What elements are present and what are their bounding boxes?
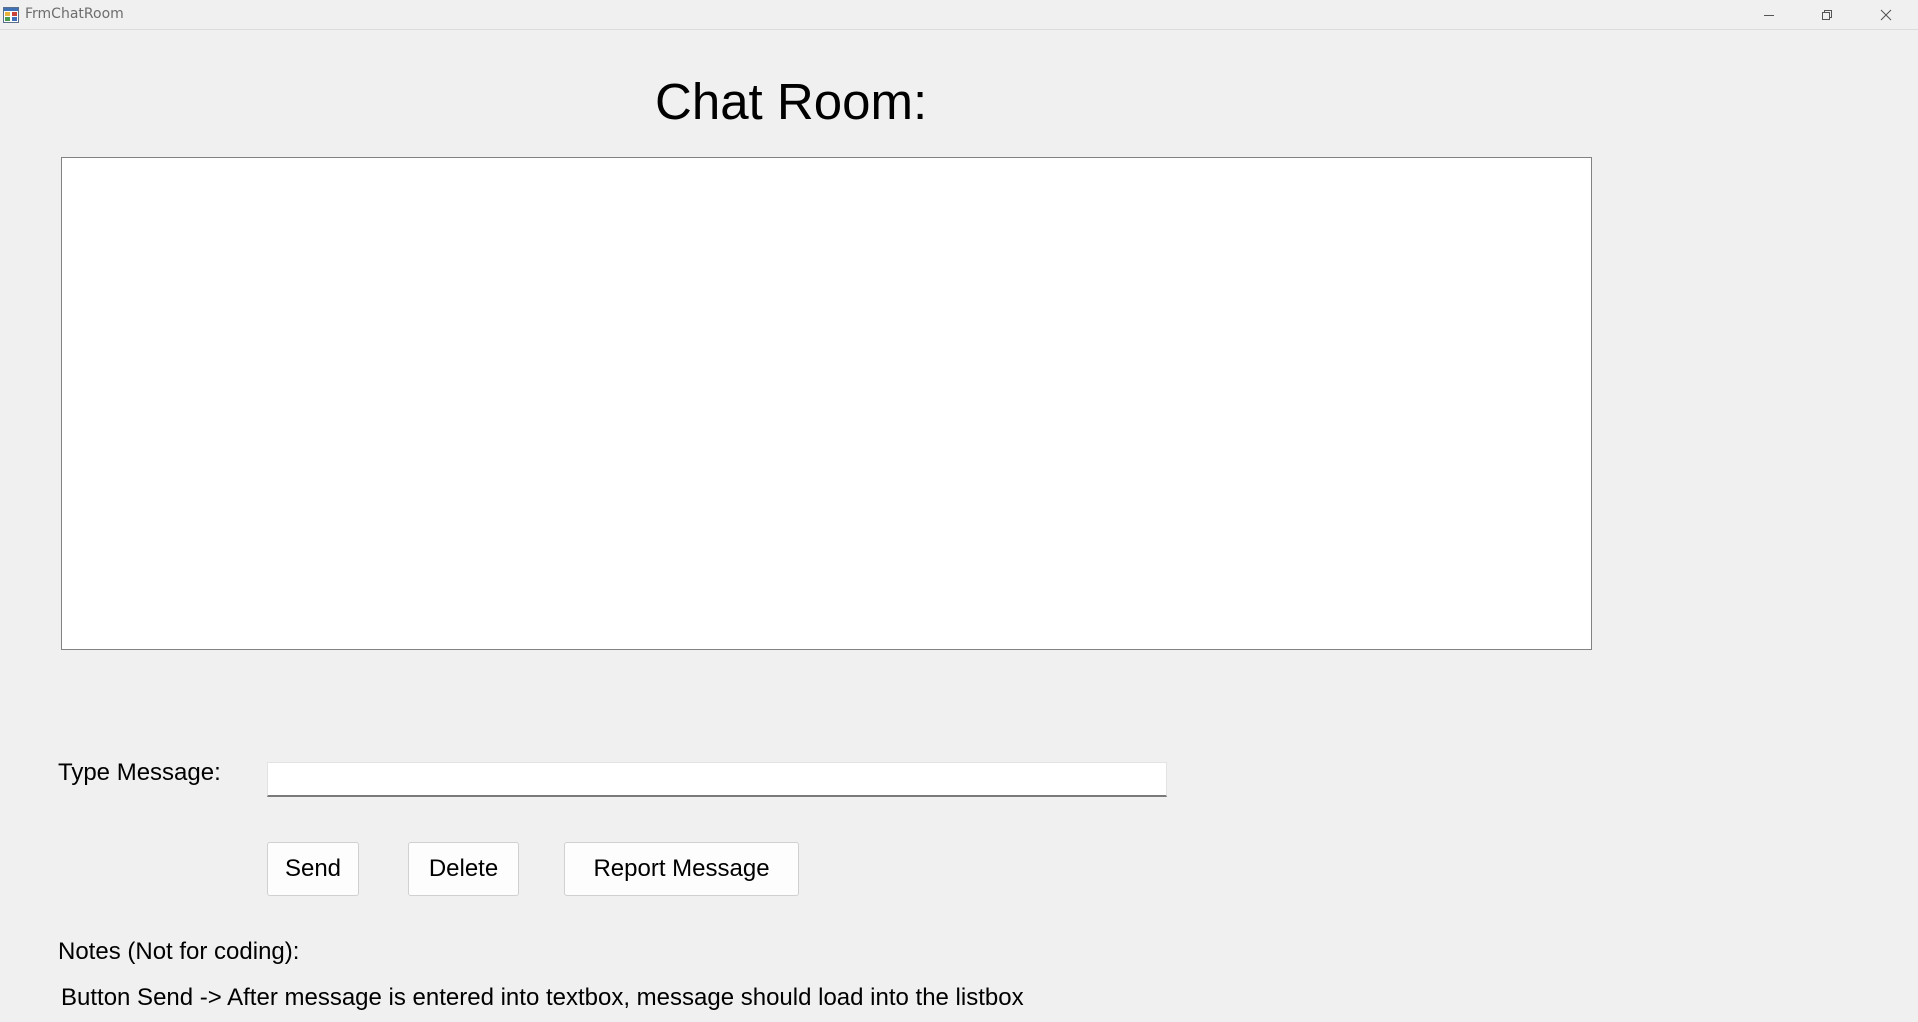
restore-icon — [1822, 9, 1832, 20]
note-line: Button Send -> After message is entered … — [61, 984, 1024, 1011]
page-title: Chat Room: — [655, 73, 928, 130]
close-button[interactable] — [1857, 0, 1915, 29]
chat-listbox[interactable] — [61, 157, 1592, 650]
minimize-button[interactable] — [1740, 0, 1798, 29]
delete-button[interactable]: Delete — [408, 842, 519, 896]
title-bar: FrmChatRoom — [0, 0, 1918, 30]
report-message-button[interactable]: Report Message — [564, 842, 799, 896]
window-title: FrmChatRoom — [25, 6, 124, 22]
close-icon — [1880, 9, 1892, 20]
notes-label: Notes (Not for coding): — [58, 938, 300, 965]
app-icon — [3, 7, 19, 23]
message-input[interactable] — [267, 762, 1167, 797]
minimize-icon — [1764, 14, 1774, 16]
restore-button[interactable] — [1798, 0, 1856, 29]
send-button[interactable]: Send — [267, 842, 359, 896]
type-message-label: Type Message: — [58, 759, 221, 786]
